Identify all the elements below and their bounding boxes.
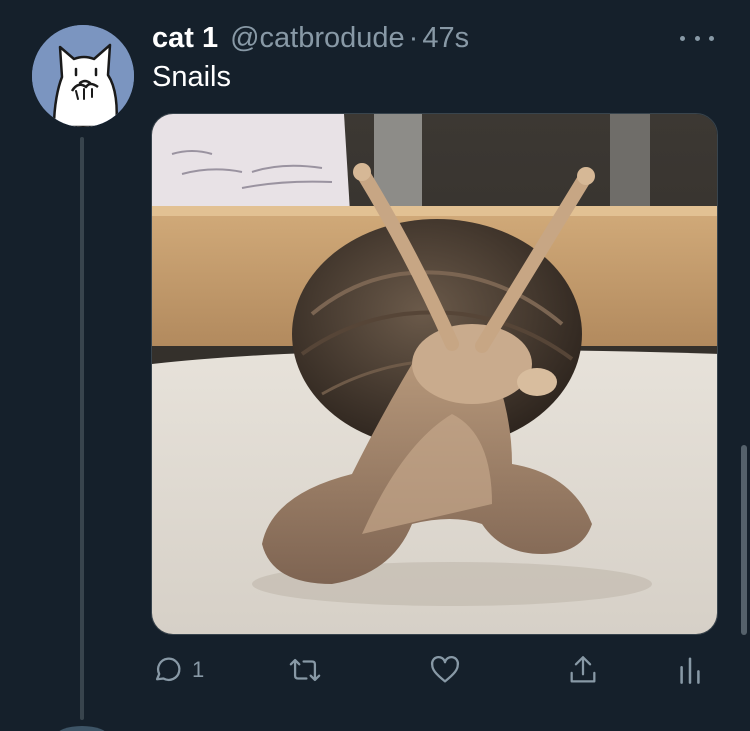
reply-icon [155,657,181,682]
timestamp[interactable]: 47s [422,22,469,55]
more-icon[interactable] [680,26,714,50]
tweet-card[interactable]: cat 1 @catbrodude · 47s Snails 1 [0,0,750,731]
like-icon [430,655,460,683]
scrollbar[interactable] [741,445,747,635]
snail-image [152,114,717,634]
thread-line [80,137,84,720]
display-name[interactable]: cat 1 [152,22,218,55]
tweet-header: cat 1 @catbrodude · 47s [152,22,469,58]
avatar[interactable] [32,25,134,127]
retweet-button[interactable] [286,648,324,692]
retweet-icon [289,658,321,682]
analytics-icon [680,657,700,684]
reply-button[interactable]: 1 [150,648,204,692]
reply-count: 1 [192,657,205,682]
separator-dot: · [408,22,419,54]
next-tweet-avatar [56,726,108,731]
cat-avatar-icon [32,25,134,127]
share-button[interactable] [566,648,600,692]
tweet-media-image[interactable] [151,113,718,635]
tweet-actions: 1 [150,648,710,692]
tweet-text: Snails [152,61,231,93]
like-button[interactable] [428,648,462,692]
share-icon [570,656,596,683]
analytics-button[interactable] [676,648,704,692]
user-handle[interactable]: @catbrodude [230,22,405,55]
